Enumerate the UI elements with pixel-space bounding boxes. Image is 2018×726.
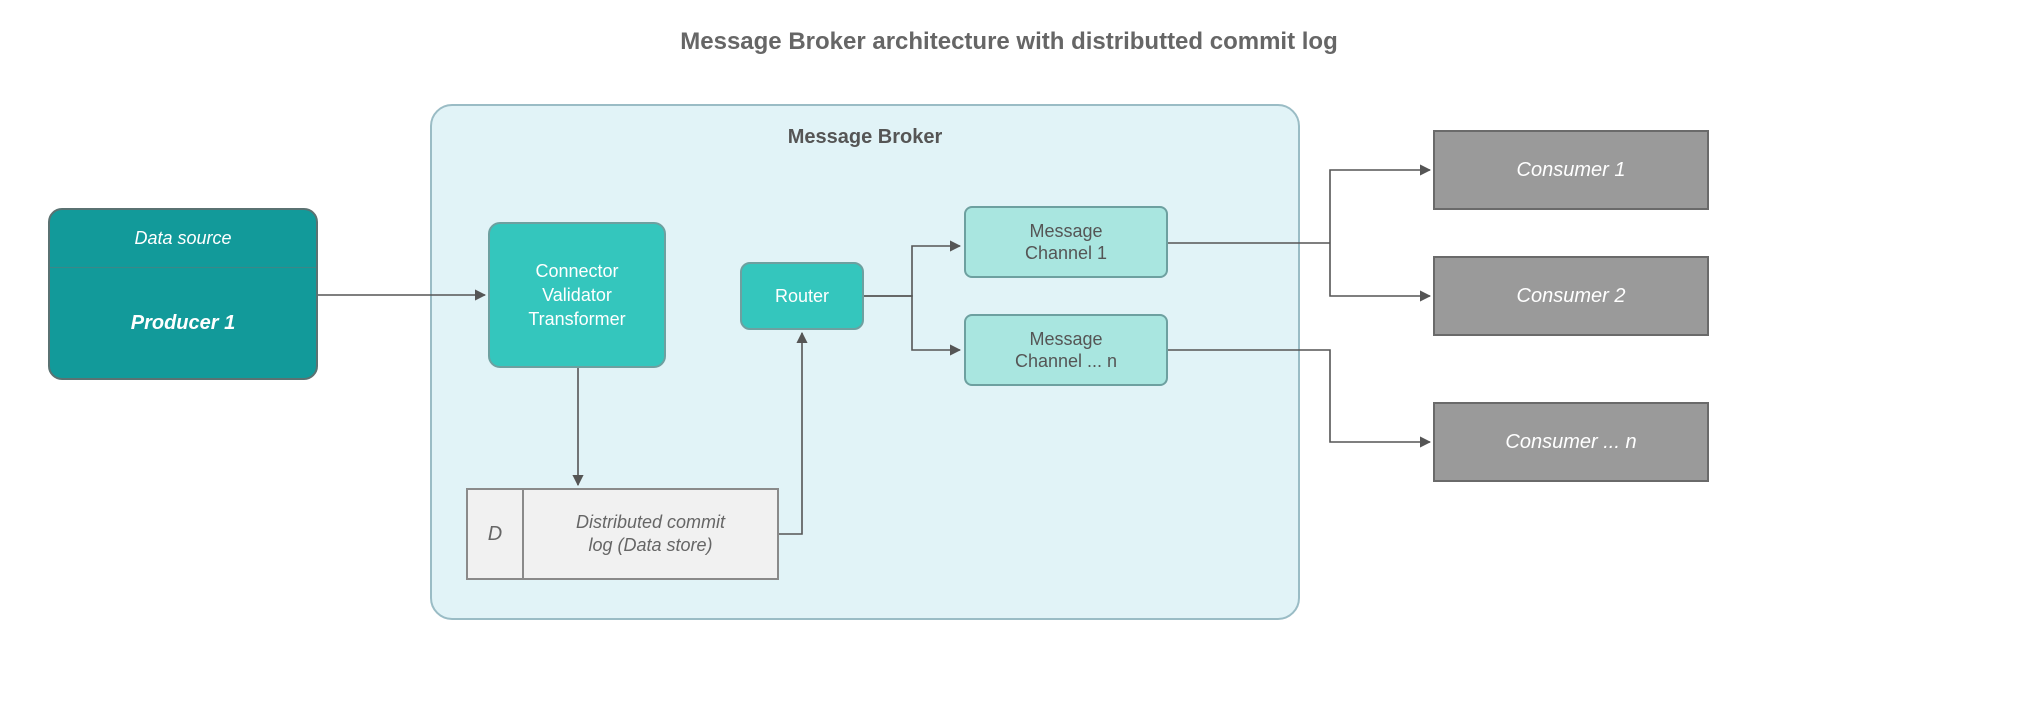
- message-broker-label: Message Broker: [432, 126, 1298, 149]
- diagram-title: Message Broker architecture with distrib…: [0, 28, 2018, 56]
- data-source-label: Data source: [50, 210, 316, 268]
- consumer-n: Consumer ... n: [1433, 402, 1709, 482]
- router-label: Router: [775, 286, 829, 307]
- consumer-label: Consumer ... n: [1505, 431, 1636, 454]
- connector-label: ConnectorValidatorTransformer: [528, 259, 625, 332]
- consumer-2: Consumer 2: [1433, 256, 1709, 336]
- router-block: Router: [740, 262, 864, 330]
- connector-validator-transformer: ConnectorValidatorTransformer: [488, 222, 666, 368]
- distributed-commit-log: D Distributed commitlog (Data store): [466, 488, 779, 580]
- consumer-1: Consumer 1: [1433, 130, 1709, 210]
- consumer-label: Consumer 2: [1517, 285, 1626, 308]
- message-channel-1: MessageChannel 1: [964, 206, 1168, 278]
- consumer-label: Consumer 1: [1517, 159, 1626, 182]
- producer-label: Producer 1: [131, 268, 235, 378]
- datastore-label: Distributed commitlog (Data store): [524, 511, 777, 558]
- producer-block: Data source Producer 1: [48, 208, 318, 380]
- channel-label: MessageChannel 1: [1025, 220, 1107, 265]
- datastore-tag: D: [468, 490, 524, 578]
- message-channel-n: MessageChannel ... n: [964, 314, 1168, 386]
- channel-label: MessageChannel ... n: [1015, 328, 1117, 373]
